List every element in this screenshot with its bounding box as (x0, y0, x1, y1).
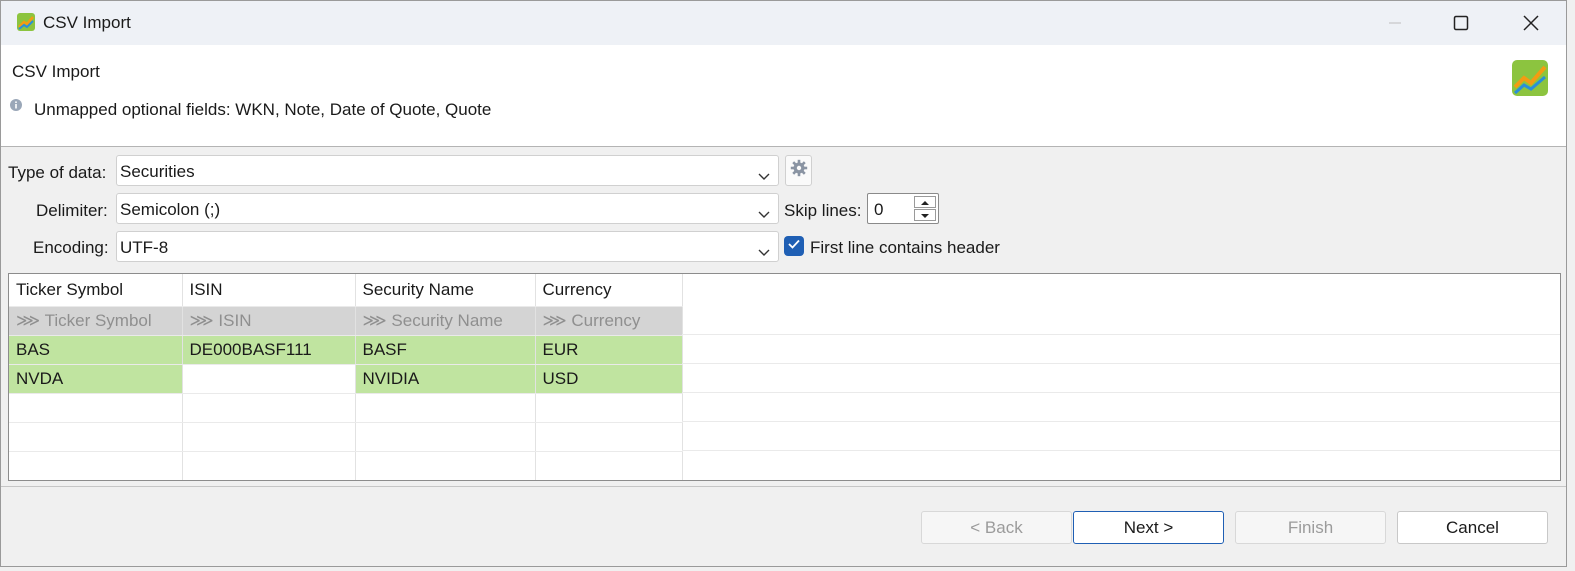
row-divider (682, 421, 1560, 422)
status-message: Unmapped optional fields: WKN, Note, Dat… (34, 100, 492, 119)
footer-divider (1, 486, 1566, 487)
csv-import-dialog: CSV Import CSV Import Unmapped optional … (0, 0, 1567, 567)
gear-icon (790, 159, 808, 182)
header-checkbox[interactable] (784, 236, 804, 256)
minimize-button[interactable] (1363, 1, 1427, 45)
table-cell: EUR (535, 335, 683, 365)
maximize-button[interactable] (1429, 1, 1493, 45)
table-cell: NVIDIA (355, 364, 536, 394)
mapping-cell[interactable]: ⋙ ISIN (182, 306, 356, 336)
skip-lines-spinner[interactable]: 0 (867, 193, 939, 224)
table-header-row: Ticker Symbol ISIN Security Name Currenc… (9, 274, 683, 307)
close-icon (1523, 15, 1539, 31)
table-cell: DE000BASF111 (182, 335, 356, 365)
chevron-down-icon (758, 166, 770, 186)
column-header-currency[interactable]: Currency (535, 274, 683, 307)
delimiter-value: Semicolon (;) (120, 200, 221, 219)
type-of-data-select[interactable]: Securities (116, 155, 779, 186)
row-divider (682, 363, 1560, 364)
skip-lines-value[interactable]: 0 (874, 200, 883, 220)
skip-lines-label: Skip lines: (784, 201, 862, 220)
table-cell: USD (535, 364, 683, 394)
mapping-row: ⋙ Ticker Symbol ⋙ ISIN ⋙ Security Name ⋙… (9, 306, 683, 336)
table-row-empty (9, 451, 683, 480)
wizard-header: CSV Import Unmapped optional fields: WKN… (1, 45, 1566, 147)
finish-button[interactable]: Finish (1235, 511, 1386, 544)
header-checkbox-label[interactable]: First line contains header (810, 238, 1000, 258)
window-title: CSV Import (43, 13, 131, 32)
type-of-data-label: Type of data: (8, 163, 107, 182)
checkmark-icon (787, 237, 801, 255)
mapping-cell[interactable]: ⋙ Security Name (355, 306, 536, 336)
close-button[interactable] (1499, 1, 1563, 45)
title-bar: CSV Import (1, 1, 1566, 45)
encoding-label: Encoding: (33, 238, 109, 257)
delimiter-label: Delimiter: (36, 201, 108, 220)
column-header-ticker[interactable]: Ticker Symbol (9, 274, 183, 307)
table-cell (182, 364, 356, 394)
table-cell: BAS (9, 335, 183, 365)
table-row: BAS DE000BASF111 BASF EUR (9, 335, 683, 365)
table-row-empty (9, 422, 683, 452)
encoding-value: UTF-8 (120, 238, 169, 257)
row-divider (682, 334, 1560, 335)
column-header-security-name[interactable]: Security Name (355, 274, 536, 307)
table-cell: NVDA (9, 364, 183, 394)
spinner-down-button[interactable] (914, 209, 936, 221)
table-row: NVDA NVIDIA USD (9, 364, 683, 394)
encoding-select[interactable]: UTF-8 (116, 231, 779, 262)
table-row-empty (9, 393, 683, 423)
app-icon (17, 13, 35, 31)
column-header-isin[interactable]: ISIN (182, 274, 356, 307)
row-divider (682, 450, 1560, 451)
portfolio-logo-icon (1511, 59, 1549, 97)
chevron-down-icon (758, 204, 770, 224)
maximize-icon (1453, 15, 1469, 31)
table-cell: BASF (355, 335, 536, 365)
delimiter-select[interactable]: Semicolon (;) (116, 193, 779, 224)
type-of-data-value: Securities (120, 162, 195, 181)
triangle-down-icon (920, 206, 930, 224)
minimize-icon (1388, 16, 1402, 30)
mapping-cell[interactable]: ⋙ Currency (535, 306, 683, 336)
cancel-button[interactable]: Cancel (1397, 511, 1548, 544)
mapping-cell[interactable]: ⋙ Ticker Symbol (9, 306, 183, 336)
next-button[interactable]: Next > (1073, 511, 1224, 544)
chevron-down-icon (758, 242, 770, 262)
row-divider (682, 392, 1560, 393)
info-icon (10, 98, 22, 111)
settings-button[interactable] (785, 155, 812, 186)
page-title: CSV Import (12, 62, 100, 81)
back-button[interactable]: < Back (921, 511, 1072, 544)
csv-preview-table: Ticker Symbol ISIN Security Name Currenc… (8, 273, 1561, 481)
